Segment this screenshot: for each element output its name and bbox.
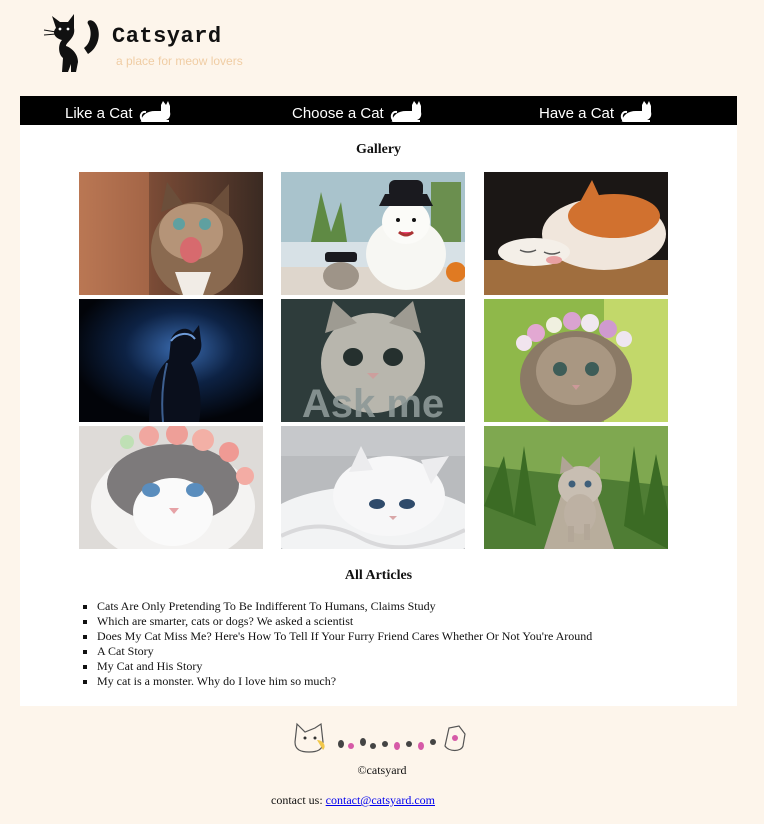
articles-title: All Articles [344, 568, 413, 583]
gallery-title: Gallery [355, 142, 402, 157]
gallery-image-kitten-flower-crown[interactable] [484, 299, 668, 422]
articles-list: Cats Are Only Pretending To Be Indiffere… [82, 599, 592, 689]
footer-copyright: ©catsyard [357, 763, 407, 777]
gallery-image-cat-sleeping[interactable] [484, 172, 668, 295]
gallery-image-kitten-yawning[interactable] [79, 172, 263, 295]
article-link[interactable]: My cat is a monster. Why do I love him s… [97, 674, 592, 689]
nav-item-label: Choose a Cat [292, 105, 384, 122]
gallery-image-kitten-walking-grass[interactable] [484, 426, 668, 549]
article-link[interactable]: My Cat and His Story [97, 659, 592, 674]
lying-cat-icon [620, 100, 652, 122]
contact-email-link[interactable]: contact@catsyard.com [326, 793, 435, 807]
site-tagline: a place for meow lovers [116, 54, 243, 68]
lying-cat-icon [139, 100, 170, 122]
nav-have-a-cat[interactable]: Have a Cat [539, 96, 654, 125]
article-link[interactable]: Cats Are Only Pretending To Be Indiffere… [97, 599, 592, 614]
gallery-image-cat-silhouette-blue[interactable] [79, 299, 263, 422]
article-link[interactable]: Which are smarter, cats or dogs? We aske… [97, 614, 592, 629]
gallery-image-white-cat-blanket[interactable] [281, 426, 465, 549]
article-link[interactable]: A Cat Story [97, 644, 592, 659]
nav-like-a-cat[interactable]: Like a Cat [65, 96, 173, 125]
site-header: Catsyard a place for meow lovers [20, 0, 736, 96]
gallery-image-cat-ask-me[interactable]: Ask me [281, 299, 465, 422]
contact-label: contact us: [271, 793, 323, 807]
nav-item-label: Like a Cat [65, 105, 133, 122]
footer-contact: contact us: contact@catsyard.com [0, 793, 706, 808]
gallery-image-ragdoll-roses[interactable] [79, 426, 263, 549]
svg-text:Ask me: Ask me [302, 382, 444, 422]
cat-paws-decoration-icon [294, 722, 466, 753]
gallery-image-dog-and-cat-hats[interactable] [281, 172, 465, 295]
nav-item-label: Have a Cat [539, 105, 615, 122]
article-link[interactable]: Does My Cat Miss Me? Here's How To Tell … [97, 629, 592, 644]
site-brand: Catsyard [112, 24, 222, 49]
lying-cat-icon [390, 100, 421, 122]
main-content: Gallery Ask me All Articles ▪ Cats Are O… [20, 125, 737, 706]
cat-logo-icon[interactable] [36, 8, 104, 74]
nav-choose-a-cat[interactable]: Choose a Cat [292, 96, 424, 125]
main-nav: Like a Cat Choose a Cat Have a Cat [20, 96, 737, 125]
